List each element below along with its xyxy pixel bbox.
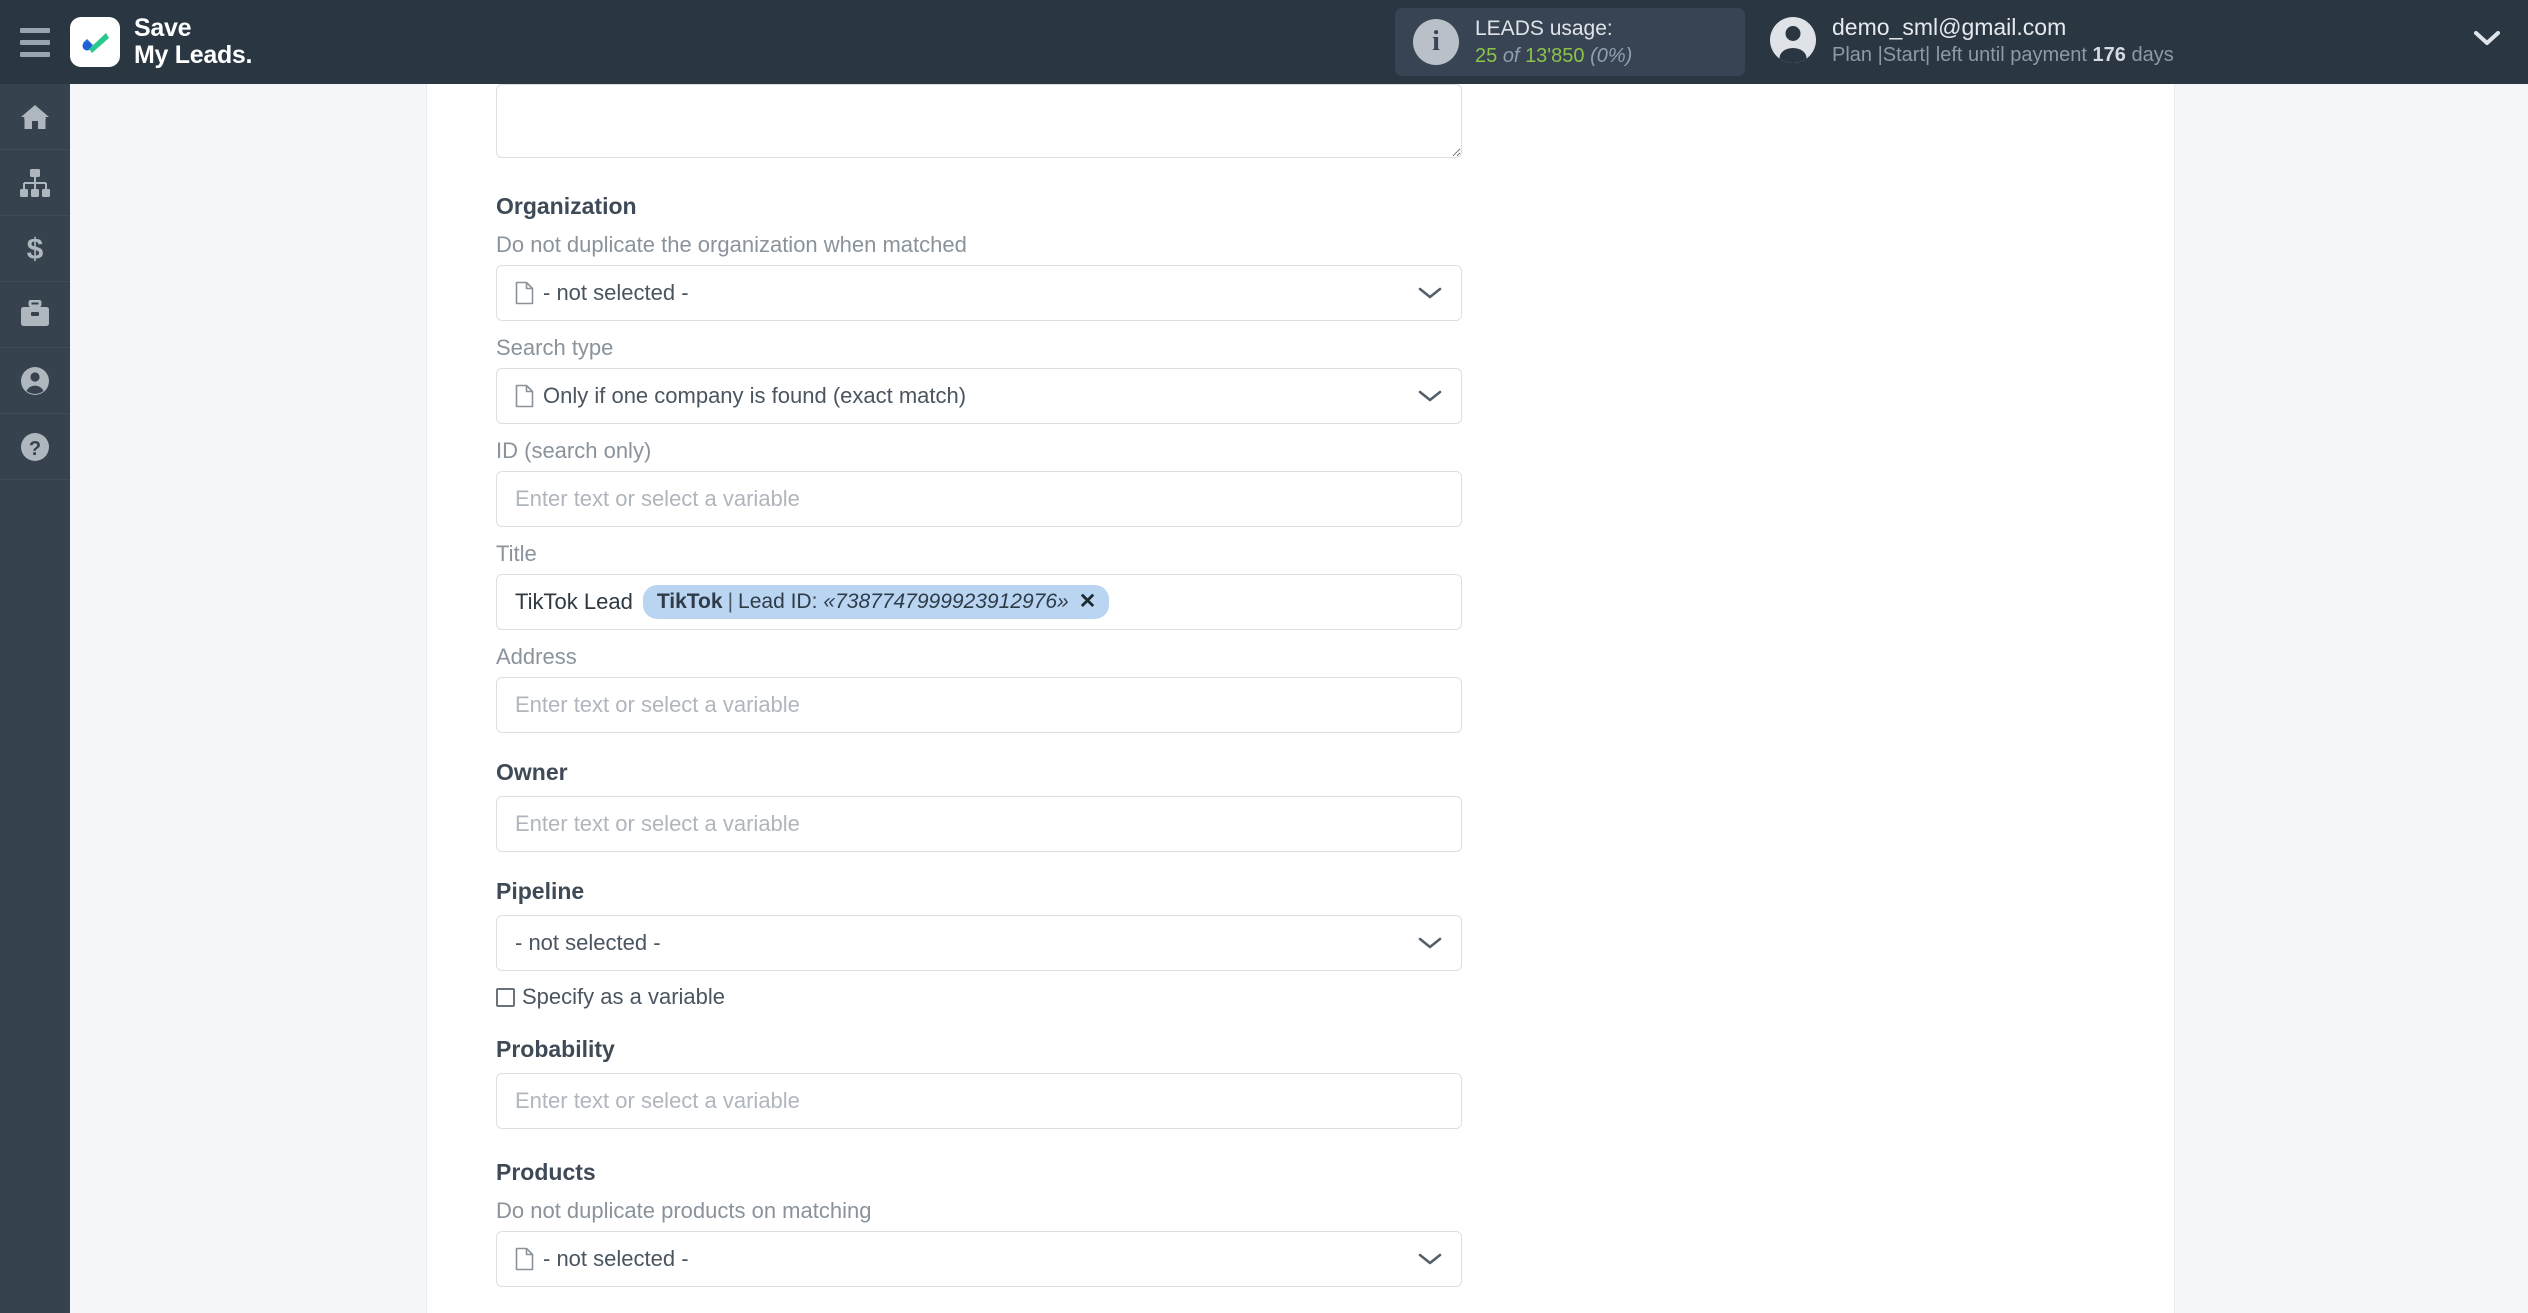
hamburger-icon[interactable] [0, 0, 70, 84]
account-plan-suffix: days [2131, 44, 2174, 67]
search-type-value: Only if one company is found (exact matc… [543, 383, 967, 408]
file-icon [515, 1247, 534, 1271]
pipeline-value: - not selected - [515, 930, 661, 955]
pipeline-variable-checkbox[interactable] [496, 987, 515, 1007]
sidebar-item-billing[interactable]: $ [0, 216, 70, 282]
file-icon [515, 281, 534, 305]
org-address-placeholder: Enter text or select a variable [515, 692, 800, 717]
pipeline-label: Pipeline [496, 878, 585, 904]
usage-title: LEADS usage: [1475, 17, 1613, 41]
org-id-placeholder: Enter text or select a variable [515, 486, 800, 511]
variable-tag-source: TikTok [656, 589, 723, 613]
sidebar-item-services[interactable] [0, 282, 70, 348]
usage-counts: 25 of 13'850 (0%) [1475, 43, 1632, 69]
variable-tag[interactable]: TikTok | Lead ID: «7387747999923912976» … [642, 585, 1110, 619]
usage-percent: (0%) [1590, 44, 1633, 67]
pipeline-variable-checkbox-label: Specify as a variable [522, 984, 725, 1009]
variable-tag-separator: | [727, 589, 734, 613]
org-title-label: Title [496, 541, 537, 566]
probability-label: Probability [496, 1036, 615, 1062]
savemyleads-logo-icon [70, 17, 120, 67]
sidebar-item-help[interactable]: ? [0, 414, 70, 480]
briefcase-icon [21, 299, 49, 326]
account-plan-days: 176 [2092, 44, 2126, 67]
usage-used: 25 [1475, 44, 1498, 67]
chevron-down-icon [1417, 935, 1443, 951]
chevron-down-icon [1417, 285, 1443, 301]
usage-total: 13'850 [1525, 44, 1585, 67]
products-dedupe-value: - not selected - [543, 1246, 689, 1271]
chevron-down-icon[interactable] [2472, 28, 2502, 53]
organization-dedupe-label: Do not duplicate the organization when m… [496, 232, 967, 257]
account-plan-prefix: Plan |Start| left until payment [1832, 44, 2087, 67]
account-email: demo_sml@gmail.com [1832, 14, 2067, 40]
integration-fields-form: Organization Do not duplicate the organi… [496, 84, 1462, 1287]
question-circle-icon: ? [21, 432, 49, 461]
org-owner-input[interactable]: Enter text or select a variable [496, 796, 1462, 852]
hamburger-bar [20, 27, 50, 33]
brand-line-1: Save [134, 14, 192, 42]
brand-name: Save My Leads. [134, 15, 252, 69]
user-circle-icon [21, 366, 49, 395]
org-id-input[interactable]: Enter text or select a variable [496, 471, 1462, 527]
org-address-label: Address [496, 644, 577, 669]
pipeline-select[interactable]: - not selected - [496, 915, 1462, 971]
probability-placeholder: Enter text or select a variable [515, 1088, 800, 1113]
pipeline-variable-checkbox-row[interactable]: Specify as a variable [496, 984, 1462, 1010]
brand-line-2: My Leads. [134, 41, 253, 69]
section-title-products: Products [496, 1159, 596, 1185]
svg-text:$: $ [27, 233, 44, 265]
org-owner-label: Owner [496, 759, 568, 785]
previous-field-textarea[interactable] [496, 84, 1462, 158]
top-bar: Save My Leads. i LEADS usage: 25 of 13'8… [0, 0, 2528, 84]
sidebar-item-connections[interactable] [0, 150, 70, 216]
home-icon [21, 104, 49, 129]
account-plan: Plan |Start| left until payment 176 days [1832, 42, 2174, 68]
account-menu[interactable]: demo_sml@gmail.com Plan |Start| left unt… [1770, 12, 2174, 69]
remove-tag-icon[interactable]: ✕ [1079, 589, 1097, 614]
sitemap-icon [20, 168, 50, 197]
info-icon: i [1413, 19, 1459, 65]
chevron-down-icon [1417, 388, 1443, 404]
brand-logo-link[interactable]: Save My Leads. [70, 15, 252, 69]
sidebar-item-home[interactable] [0, 84, 70, 150]
dollar-icon: $ [27, 233, 44, 265]
section-title-organization: Organization [496, 193, 637, 219]
organization-dedupe-select[interactable]: - not selected - [496, 265, 1462, 321]
org-title-text: TikTok Lead [515, 589, 633, 614]
left-sidebar: $ ? [0, 84, 70, 1313]
hamburger-bar [20, 39, 50, 45]
org-address-input[interactable]: Enter text or select a variable [496, 677, 1462, 733]
user-avatar-icon [1770, 17, 1816, 64]
search-type-select[interactable]: Only if one company is found (exact matc… [496, 368, 1462, 424]
file-icon [515, 384, 534, 408]
search-type-label: Search type [496, 335, 614, 360]
probability-input[interactable]: Enter text or select a variable [496, 1073, 1462, 1129]
org-title-input[interactable]: TikTok Lead TikTok | Lead ID: «738774799… [496, 574, 1462, 630]
chevron-down-icon [1417, 1251, 1443, 1267]
products-dedupe-label: Do not duplicate products on matching [496, 1198, 872, 1223]
svg-text:?: ? [29, 438, 41, 460]
organization-dedupe-value: - not selected - [543, 280, 689, 305]
leads-usage-box[interactable]: i LEADS usage: 25 of 13'850 (0%) [1395, 8, 1745, 76]
org-id-label: ID (search only) [496, 438, 652, 463]
usage-of: of [1502, 44, 1520, 67]
products-dedupe-select[interactable]: - not selected - [496, 1231, 1462, 1287]
hamburger-bar [20, 51, 50, 57]
variable-tag-field: Lead ID: [738, 589, 818, 613]
org-owner-placeholder: Enter text or select a variable [515, 811, 800, 836]
sidebar-item-profile[interactable] [0, 348, 70, 414]
variable-tag-value: «7387747999923912976» [823, 589, 1069, 613]
